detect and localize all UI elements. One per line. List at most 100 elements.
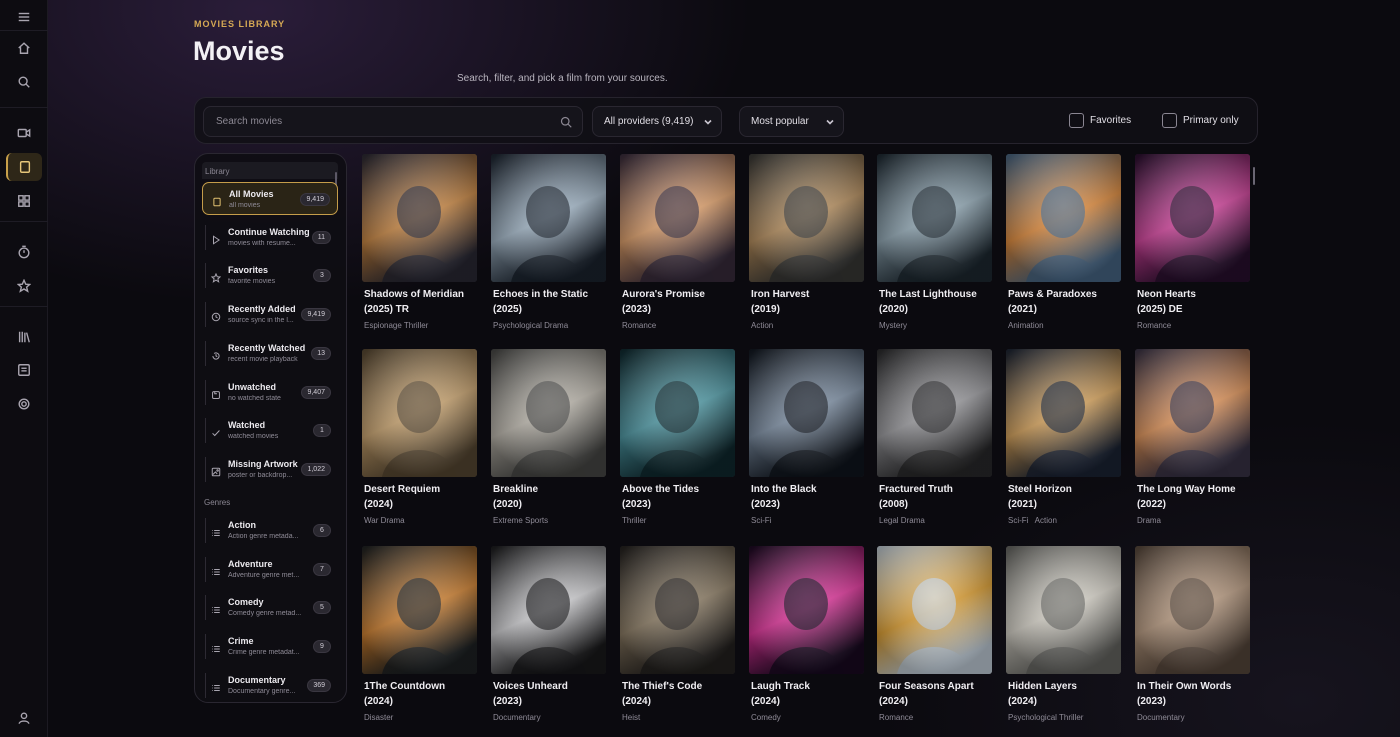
- sidebar-item-missing-artwork[interactable]: Missing Artwork poster or backdrop... 1,02…: [202, 453, 338, 486]
- search-input[interactable]: [204, 107, 554, 136]
- search-icon[interactable]: [560, 115, 572, 128]
- movie-card[interactable]: Paws & Paradoxes (2021) Animation: [1006, 154, 1127, 334]
- movie-poster[interactable]: [620, 349, 735, 477]
- movie-genre: Romance: [879, 713, 914, 722]
- movie-poster[interactable]: [1135, 546, 1250, 674]
- movie-poster[interactable]: [749, 349, 864, 477]
- movie-card[interactable]: 1The Countdown (2024) Disaster: [362, 546, 483, 726]
- sidebar-item-adventure[interactable]: Adventure Adventure genre met... 7: [202, 553, 338, 586]
- movie-year: (2023): [622, 499, 651, 510]
- sidebar-item-recently-watched[interactable]: Recently Watched recent movie playback 13: [202, 337, 338, 370]
- movie-card[interactable]: The Long Way Home (2022) Drama: [1135, 349, 1256, 529]
- sidebar-item-favorites[interactable]: Favorites favorite movies 3: [202, 259, 338, 292]
- movie-card[interactable]: Iron Harvest (2019) Action: [749, 154, 870, 334]
- movie-card[interactable]: Fractured Truth (2008) Legal Drama: [877, 349, 998, 529]
- favorites-checkbox-box[interactable]: [1069, 113, 1084, 128]
- movie-card[interactable]: Neon Hearts (2025) DE Romance: [1135, 154, 1256, 334]
- item-divider: [205, 340, 206, 366]
- movie-card[interactable]: Above the Tides (2023) Thriller: [620, 349, 741, 529]
- movie-poster[interactable]: [491, 349, 606, 477]
- sort-select[interactable]: Most popular: [739, 106, 844, 137]
- movie-card[interactable]: In Their Own Words (2023) Documentary: [1135, 546, 1256, 726]
- genres-heading: Genres: [204, 498, 231, 507]
- movie-card[interactable]: The Thief's Code (2024) Heist: [620, 546, 741, 726]
- movie-poster[interactable]: [749, 154, 864, 282]
- rail-user-button[interactable]: [6, 704, 42, 732]
- movie-card[interactable]: Four Seasons Apart (2024) Romance: [877, 546, 998, 726]
- sidebar-item-unwatched[interactable]: Unwatched no watched state 9,407: [202, 376, 338, 409]
- movie-card[interactable]: Steel Horizon (2021) Sci-Fi Action: [1006, 349, 1127, 529]
- movie-poster[interactable]: [362, 154, 477, 282]
- movie-year: (2024): [622, 696, 651, 707]
- movie-poster[interactable]: [1135, 349, 1250, 477]
- sidebar-item-watched[interactable]: Watched watched movies 1: [202, 414, 338, 447]
- movie-poster[interactable]: [362, 546, 477, 674]
- sidebar-item-description: recent movie playback: [228, 355, 298, 363]
- movie-genre: Sci-Fi Action: [1008, 516, 1057, 525]
- list-lines-icon: [211, 602, 221, 614]
- sidebar-item-description: Documentary genre...: [228, 687, 296, 695]
- movie-poster[interactable]: [1006, 546, 1121, 674]
- sidebar-item-action[interactable]: Action Action genre metada... 6: [202, 514, 338, 547]
- movie-genre: Mystery: [879, 321, 907, 330]
- rail-grid-button[interactable]: [6, 187, 42, 215]
- sidebar-item-comedy[interactable]: Comedy Comedy genre metad... 5: [202, 591, 338, 624]
- sidebar-item-crime[interactable]: Crime Crime genre metadat... 9: [202, 630, 338, 663]
- home-icon: [17, 41, 31, 55]
- movie-title: Steel Horizon: [1008, 484, 1072, 495]
- movie-poster[interactable]: [877, 349, 992, 477]
- movie-poster[interactable]: [1006, 154, 1121, 282]
- sidebar-item-label: Watched: [228, 420, 266, 431]
- movie-title: Echoes in the Static: [493, 289, 589, 300]
- movie-card[interactable]: Breakline (2020) Extreme Sports: [491, 349, 612, 529]
- item-divider: [205, 634, 206, 660]
- movie-poster[interactable]: [749, 546, 864, 674]
- eye-off-icon: [211, 387, 221, 399]
- movie-card[interactable]: The Last Lighthouse (2020) Mystery: [877, 154, 998, 334]
- rail-settings-button[interactable]: [6, 390, 42, 418]
- movie-poster[interactable]: [1006, 349, 1121, 477]
- rail-menu-button[interactable]: [6, 3, 42, 31]
- movie-poster[interactable]: [491, 154, 606, 282]
- page-subtitle: Search, filter, and pick a film from you…: [457, 73, 668, 84]
- movie-poster[interactable]: [1135, 154, 1250, 282]
- rail-list-button[interactable]: [6, 356, 42, 384]
- rail-video-button[interactable]: [6, 119, 42, 147]
- sidebar-item-documentary[interactable]: Documentary Documentary genre... 369: [202, 669, 338, 702]
- grid-scrollbar[interactable]: [1253, 167, 1255, 185]
- sidebar-item-description: watched movies: [228, 433, 279, 441]
- rail-timer-button[interactable]: [6, 238, 42, 266]
- item-divider: [205, 595, 206, 621]
- count-badge: 9,419: [301, 308, 331, 322]
- movie-poster[interactable]: [877, 546, 992, 674]
- primary-only-checkbox[interactable]: Primary only: [1162, 113, 1239, 128]
- favorites-checkbox[interactable]: Favorites: [1069, 113, 1131, 128]
- movie-card[interactable]: Voices Unheard (2023) Documentary: [491, 546, 612, 726]
- movie-title: Paws & Paradoxes: [1008, 289, 1097, 300]
- sidebar-item-all-movies[interactable]: All Movies all movies 9,419: [202, 182, 338, 215]
- movie-card[interactable]: Laugh Track (2024) Comedy: [749, 546, 870, 726]
- movie-poster[interactable]: [491, 546, 606, 674]
- rail-home-button[interactable]: [6, 34, 42, 62]
- sidebar-item-recently-added[interactable]: Recently Added source sync in the l... 9,4…: [202, 298, 338, 331]
- rail-library-button[interactable]: [6, 323, 42, 351]
- count-badge: 3: [313, 269, 331, 283]
- movie-year: (2021): [1008, 304, 1037, 315]
- rail-search-button[interactable]: [6, 68, 42, 96]
- rail-movies-button[interactable]: [6, 153, 42, 181]
- movie-poster[interactable]: [620, 546, 735, 674]
- provider-select[interactable]: All providers (9,419): [592, 106, 722, 137]
- sidebar-item-description: Comedy genre metad...: [228, 610, 302, 618]
- movie-card[interactable]: Echoes in the Static (2025) Psychological …: [491, 154, 612, 334]
- movie-card[interactable]: Aurora's Promise (2023) Romance: [620, 154, 741, 334]
- movie-card[interactable]: Desert Requiem (2024) War Drama: [362, 349, 483, 529]
- sidebar-item-continue-watching[interactable]: Continue Watching movies with resume... 11: [202, 221, 338, 254]
- movie-card[interactable]: Shadows of Meridian (2025) TR Espionage Th…: [362, 154, 483, 334]
- movie-poster[interactable]: [362, 349, 477, 477]
- movie-card[interactable]: Into the Black (2023) Sci-Fi: [749, 349, 870, 529]
- movie-poster[interactable]: [620, 154, 735, 282]
- movie-card[interactable]: Hidden Layers (2024) Psychological Thrille…: [1006, 546, 1127, 726]
- rail-star-button[interactable]: [6, 272, 42, 300]
- movie-poster[interactable]: [877, 154, 992, 282]
- primary-only-checkbox-box[interactable]: [1162, 113, 1177, 128]
